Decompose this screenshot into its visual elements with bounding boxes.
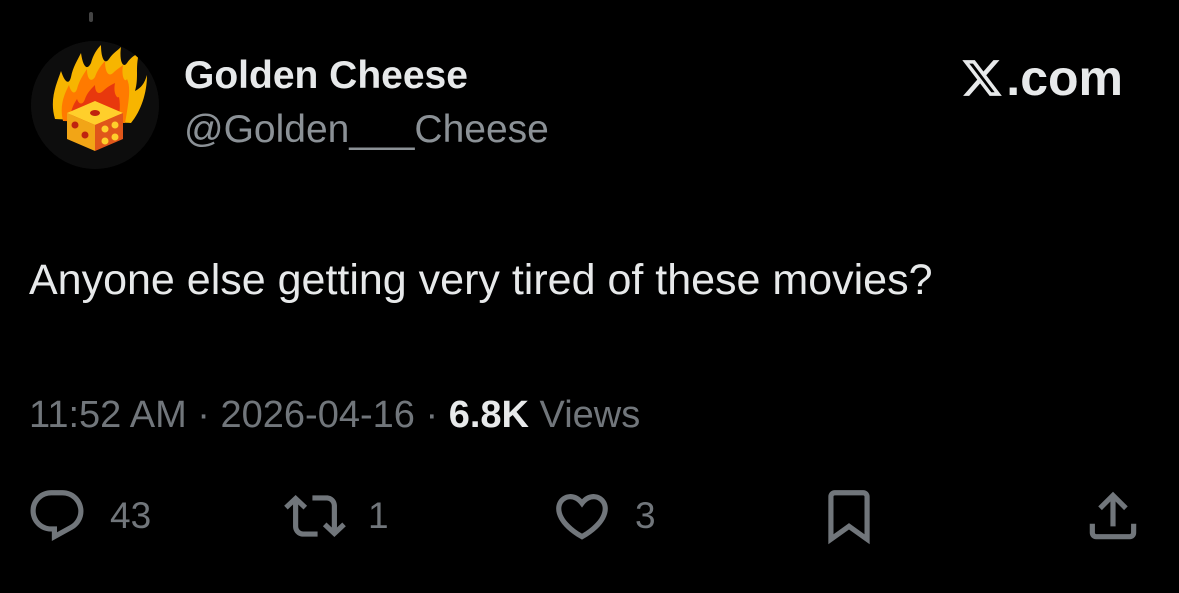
- author-handle[interactable]: @Golden___Cheese: [184, 106, 549, 154]
- retweet-icon: [284, 495, 346, 537]
- flaming-dice-icon: [31, 41, 159, 169]
- thread-line: [89, 12, 93, 22]
- avatar[interactable]: [31, 41, 159, 169]
- bookmark-button[interactable]: [818, 486, 880, 546]
- like-count: 3: [635, 495, 656, 536]
- views-count: 6.8K: [448, 394, 529, 436]
- x-logo-icon: [962, 60, 1003, 96]
- views-label: Views: [539, 394, 641, 436]
- meta-separator: ·: [425, 394, 439, 436]
- author-display-name[interactable]: Golden Cheese: [184, 52, 549, 100]
- retweet-count: 1: [368, 495, 389, 536]
- tweet-card: Golden Cheese @Golden___Cheese .com Anyo…: [0, 0, 1179, 593]
- tweet-meta: 11:52 AM · 2026-04-16 · 6.8K Views: [29, 391, 640, 439]
- meta-separator: ·: [197, 394, 210, 436]
- brand-domain: .com: [1006, 50, 1123, 106]
- bookmark-icon: [828, 490, 870, 545]
- author-info: Golden Cheese @Golden___Cheese: [184, 52, 549, 154]
- retweet-button[interactable]: 1: [284, 486, 389, 546]
- tweet-date[interactable]: 2026-04-16: [221, 394, 415, 436]
- tweet-text: Anyone else getting very tired of these …: [29, 256, 933, 304]
- tweet-time[interactable]: 11:52 AM: [29, 394, 187, 436]
- brand-watermark: .com: [960, 50, 1123, 106]
- share-icon: [1089, 491, 1137, 540]
- reply-button[interactable]: 43: [26, 486, 151, 546]
- heart-icon: [556, 494, 608, 540]
- action-bar: 43 1 3: [0, 486, 1179, 546]
- reply-count: 43: [110, 495, 152, 536]
- reply-icon: [30, 490, 84, 542]
- share-button[interactable]: [1082, 486, 1144, 546]
- like-button[interactable]: 3: [551, 486, 656, 546]
